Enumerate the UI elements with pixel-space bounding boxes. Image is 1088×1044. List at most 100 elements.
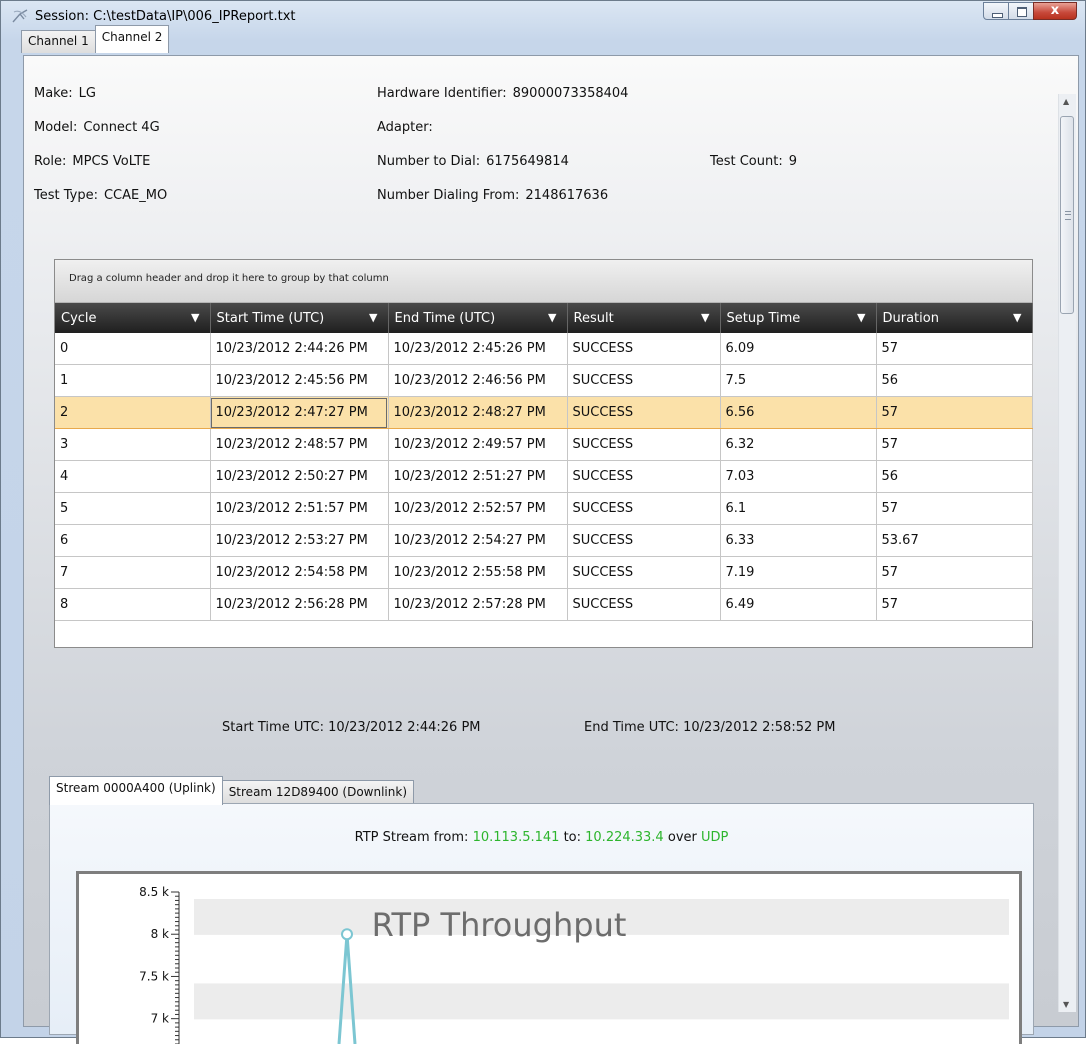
data-point (341, 928, 353, 941)
table-cell[interactable]: 10/23/2012 2:48:27 PM (388, 396, 568, 429)
table-cell[interactable]: 3 (55, 428, 211, 461)
table-cell[interactable]: 53.67 (876, 524, 1033, 557)
table-cell[interactable]: 10/23/2012 2:54:58 PM (210, 556, 389, 589)
table-cell[interactable]: 6.1 (720, 492, 877, 525)
session-window: Session: C:\testData\IP\006_IPReport.txt… (0, 0, 1086, 1044)
table-cell[interactable]: 57 (876, 588, 1033, 621)
column-header[interactable]: Duration ▼ (876, 303, 1033, 333)
table-row[interactable]: 1 10/23/2012 2:45:56 PM 10/23/2012 2:46:56… (55, 364, 1033, 397)
column-header[interactable]: Cycle ▼ (55, 303, 211, 333)
table-row[interactable]: 0 10/23/2012 2:44:26 PM 10/23/2012 2:45:26… (55, 333, 1033, 365)
table-cell[interactable]: 10/23/2012 2:49:57 PM (388, 428, 568, 461)
table-cell[interactable]: 6.33 (720, 524, 877, 557)
table-cell[interactable]: 1 (55, 364, 211, 397)
table-cell[interactable]: 7.03 (720, 460, 877, 493)
chart-title: RTP Throughput (372, 906, 627, 944)
maximize-icon (1017, 7, 1027, 17)
table-cell[interactable]: 10/23/2012 2:44:26 PM (210, 333, 389, 365)
table-cell[interactable]: 10/23/2012 2:47:27 PM (210, 396, 389, 429)
table-cell[interactable]: 56 (876, 364, 1033, 397)
tab-channel-2[interactable]: Channel 2 (94, 25, 170, 53)
rtp-from-address: 10.113.5.141 (472, 830, 560, 845)
table-row[interactable]: 7 10/23/2012 2:54:58 PM 10/23/2012 2:55:58… (55, 556, 1033, 589)
column-header[interactable]: Result ▼ (567, 303, 721, 333)
scroll-down-icon[interactable]: ▼ (1063, 1000, 1069, 1009)
table-cell[interactable]: 4 (55, 460, 211, 493)
table-cell[interactable]: SUCCESS (567, 460, 721, 493)
group-drop-area[interactable]: Drag a column header and drop it here to… (55, 260, 1032, 303)
table-cell[interactable]: SUCCESS (567, 396, 721, 429)
column-header[interactable]: Start Time (UTC) ▼ (210, 303, 389, 333)
table-cell[interactable]: 7 (55, 556, 211, 589)
table-cell[interactable]: 10/23/2012 2:52:57 PM (388, 492, 568, 525)
column-header-label: End Time (UTC) (394, 310, 496, 326)
table-cell[interactable]: 57 (876, 556, 1033, 589)
table-cell[interactable]: 10/23/2012 2:50:27 PM (210, 460, 389, 493)
table-cell[interactable]: SUCCESS (567, 364, 721, 397)
table-row[interactable]: 8 10/23/2012 2:56:28 PM 10/23/2012 2:57:28… (55, 588, 1033, 621)
maximize-button[interactable] (1008, 2, 1034, 20)
scrollbar-thumb[interactable] (1060, 116, 1074, 314)
table-cell[interactable]: 57 (876, 492, 1033, 525)
channel-panel: Make: LG Model: Connect 4G Role: MPCS VoLTE… (23, 55, 1079, 1044)
column-header[interactable]: Setup Time ▼ (720, 303, 877, 333)
rtp-from-label: RTP Stream from: (354, 830, 469, 845)
filter-icon[interactable]: ▼ (548, 311, 556, 324)
role-value: MPCS VoLTE (72, 154, 151, 169)
table-cell[interactable]: SUCCESS (567, 492, 721, 525)
table-cell[interactable]: 0 (55, 333, 211, 365)
table-cell[interactable]: SUCCESS (567, 556, 721, 589)
filter-icon[interactable]: ▼ (1013, 311, 1021, 324)
table-cell[interactable]: 6.49 (720, 588, 877, 621)
table-cell[interactable]: 2 (55, 396, 211, 429)
table-cell[interactable]: 56 (876, 460, 1033, 493)
table-cell[interactable]: SUCCESS (567, 588, 721, 621)
minimize-icon (992, 13, 1003, 18)
filter-icon[interactable]: ▼ (369, 311, 377, 324)
table-row[interactable]: 5 10/23/2012 2:51:57 PM 10/23/2012 2:52:57… (55, 492, 1033, 525)
close-button[interactable]: x (1033, 2, 1077, 20)
column-header[interactable]: End Time (UTC) ▼ (388, 303, 568, 333)
filter-icon[interactable]: ▼ (701, 311, 709, 324)
table-cell[interactable]: 7.19 (720, 556, 877, 589)
table-cell[interactable]: 6.56 (720, 396, 877, 429)
table-cell[interactable]: 10/23/2012 2:57:28 PM (388, 588, 568, 621)
table-cell[interactable]: SUCCESS (567, 524, 721, 557)
tab-stream-downlink[interactable]: Stream 12D89400 (Downlink) (221, 780, 415, 805)
table-cell[interactable]: 57 (876, 428, 1033, 461)
table-cell[interactable]: SUCCESS (567, 428, 721, 461)
table-cell[interactable]: 10/23/2012 2:45:26 PM (388, 333, 568, 365)
table-row[interactable]: 2 10/23/2012 2:47:27 PM 10/23/2012 2:48:27… (55, 396, 1033, 429)
table-cell[interactable]: 10/23/2012 2:54:27 PM (388, 524, 568, 557)
vertical-scrollbar[interactable]: ▲ ▼ (1058, 94, 1076, 1012)
dial-value: 6175649814 (486, 154, 569, 169)
table-cell[interactable]: 6.32 (720, 428, 877, 461)
tab-channel-1[interactable]: Channel 1 (21, 30, 96, 53)
table-row[interactable]: 4 10/23/2012 2:50:27 PM 10/23/2012 2:51:27… (55, 460, 1033, 493)
table-cell[interactable]: 10/23/2012 2:45:56 PM (210, 364, 389, 397)
table-cell[interactable]: 10/23/2012 2:53:27 PM (210, 524, 389, 557)
tab-stream-uplink[interactable]: Stream 0000A400 (Uplink) (49, 776, 223, 805)
rtp-over-label: over (667, 830, 697, 845)
filter-icon[interactable]: ▼ (191, 311, 199, 324)
table-cell[interactable]: 6 (55, 524, 211, 557)
table-cell[interactable]: 5 (55, 492, 211, 525)
scroll-up-icon[interactable]: ▲ (1063, 97, 1069, 106)
table-cell[interactable]: 10/23/2012 2:51:57 PM (210, 492, 389, 525)
filter-icon[interactable]: ▼ (857, 311, 865, 324)
table-cell[interactable]: 10/23/2012 2:46:56 PM (388, 364, 568, 397)
table-cell[interactable]: 10/23/2012 2:55:58 PM (388, 556, 568, 589)
table-cell[interactable]: 10/23/2012 2:51:27 PM (388, 460, 568, 493)
table-cell[interactable]: 7.5 (720, 364, 877, 397)
table-row[interactable]: 3 10/23/2012 2:48:57 PM 10/23/2012 2:49:57… (55, 428, 1033, 461)
table-row[interactable]: 6 10/23/2012 2:53:27 PM 10/23/2012 2:54:27… (55, 524, 1033, 557)
table-cell[interactable]: 10/23/2012 2:48:57 PM (210, 428, 389, 461)
table-cell[interactable]: 10/23/2012 2:56:28 PM (210, 588, 389, 621)
table-cell[interactable]: 57 (876, 333, 1033, 365)
minimize-button[interactable] (983, 2, 1009, 20)
table-cell[interactable]: SUCCESS (567, 333, 721, 365)
model-value: Connect 4G (83, 120, 160, 135)
table-cell[interactable]: 57 (876, 396, 1033, 429)
table-cell[interactable]: 6.09 (720, 333, 877, 365)
table-cell[interactable]: 8 (55, 588, 211, 621)
